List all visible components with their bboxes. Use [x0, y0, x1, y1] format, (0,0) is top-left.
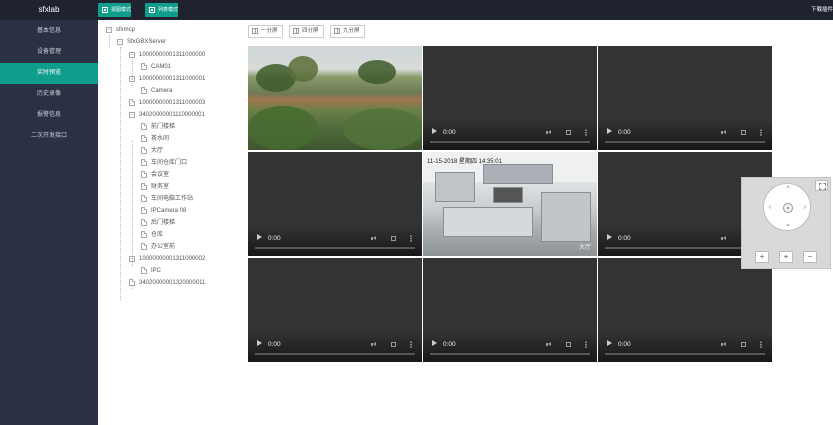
sidebar-item-device-management[interactable]: 设备管理: [0, 42, 98, 63]
video-cell-2[interactable]: 0:00: [423, 46, 597, 150]
progress-bar[interactable]: [255, 247, 415, 249]
zoom-in-button[interactable]: +: [755, 251, 769, 263]
video-grid: 0:00 0:00 0:00 11-15-2018 星期四 14:35:01 大…: [248, 46, 772, 364]
file-icon: [141, 147, 147, 154]
video-cell-4[interactable]: 0:00: [248, 152, 422, 256]
arrow-left-icon[interactable]: ‹: [765, 203, 775, 213]
split-icon: [252, 28, 258, 34]
fullscreen-icon[interactable]: [566, 342, 571, 347]
file-icon: [141, 123, 147, 130]
sidebar-item-history-recording[interactable]: 历史录像: [0, 84, 98, 105]
fullscreen-icon[interactable]: [741, 342, 746, 347]
arrow-up-icon[interactable]: ⌃: [783, 185, 793, 195]
video-cell-8[interactable]: 0:00: [423, 258, 597, 362]
more-icon[interactable]: [585, 129, 587, 136]
volume-icon[interactable]: [721, 130, 726, 135]
top-bar: sfxlab 视图模式 列表模式 下载插件: [0, 0, 833, 20]
volume-icon[interactable]: [371, 342, 376, 347]
file-icon: [141, 183, 147, 190]
file-icon: [129, 279, 135, 286]
focus-icon[interactable]: ⌖: [779, 251, 793, 263]
ptz-control-panel: ⌃ ⌄ ‹ › + ⌖ −: [741, 177, 831, 269]
file-icon: [141, 267, 147, 274]
ptz-direction-dial[interactable]: ⌃ ⌄ ‹ ›: [763, 183, 811, 231]
download-plugin-link[interactable]: 下载插件: [811, 0, 833, 20]
video-cell-5[interactable]: 11-15-2018 星期四 14:35:01 大厅: [423, 152, 597, 256]
progress-bar[interactable]: [605, 353, 765, 355]
more-icon[interactable]: [760, 129, 762, 136]
list-mode-button[interactable]: 列表模式: [145, 3, 179, 17]
more-icon[interactable]: [410, 235, 412, 242]
grid-icon: [102, 7, 108, 13]
collapse-icon[interactable]: −: [129, 112, 135, 118]
video-cell-7[interactable]: 0:00: [248, 258, 422, 362]
sidebar-item-dev-api[interactable]: 二次开发接口: [0, 126, 98, 147]
fullscreen-icon[interactable]: [566, 130, 571, 135]
brand-logo: sfxlab: [38, 5, 60, 14]
play-icon[interactable]: [432, 128, 437, 134]
file-icon: [141, 207, 147, 214]
fullscreen-icon[interactable]: [391, 342, 396, 347]
more-icon[interactable]: [760, 341, 762, 348]
ptz-center-icon[interactable]: [783, 203, 793, 213]
file-icon: [141, 63, 147, 70]
device-tree: − sfxmcp − SfxGBXServer − 10000000001311…: [100, 20, 240, 425]
split-icon: [293, 28, 299, 34]
collapse-icon[interactable]: −: [129, 76, 135, 82]
play-icon[interactable]: [432, 340, 437, 346]
file-icon: [141, 243, 147, 250]
file-icon: [141, 171, 147, 178]
file-icon: [141, 159, 147, 166]
list-icon: [149, 7, 155, 13]
sidebar-item-live-preview[interactable]: 实时预览: [0, 63, 98, 84]
volume-icon[interactable]: [371, 236, 376, 241]
volume-icon[interactable]: [721, 236, 726, 241]
video-cell-1[interactable]: [248, 46, 422, 150]
video-cell-9[interactable]: 0:00: [598, 258, 772, 362]
file-icon: [129, 99, 135, 106]
progress-bar[interactable]: [255, 353, 415, 355]
volume-icon[interactable]: [546, 342, 551, 347]
collapse-icon[interactable]: −: [129, 52, 135, 58]
arrow-down-icon[interactable]: ⌄: [783, 220, 793, 230]
video-cell-3[interactable]: 0:00: [598, 46, 772, 150]
split-icon: [334, 28, 340, 34]
sidebar: 基本信息 设备管理 实时预览 历史录像 报警信息 二次开发接口: [0, 20, 98, 425]
split-9-button[interactable]: 九分屏: [330, 25, 365, 38]
exit-fullscreen-icon[interactable]: [815, 180, 828, 191]
volume-icon[interactable]: [546, 130, 551, 135]
split-4-button[interactable]: 四分屏: [289, 25, 324, 38]
view-mode-button[interactable]: 视图模式: [98, 3, 132, 17]
sidebar-item-alarm-info[interactable]: 报警信息: [0, 105, 98, 126]
file-icon: [141, 135, 147, 142]
file-icon: [141, 219, 147, 226]
file-icon: [141, 87, 147, 94]
file-icon: [141, 195, 147, 202]
play-icon[interactable]: [607, 234, 612, 240]
collapse-icon[interactable]: −: [117, 39, 123, 45]
fullscreen-icon[interactable]: [391, 236, 396, 241]
file-icon: [141, 231, 147, 238]
more-icon[interactable]: [410, 341, 412, 348]
more-icon[interactable]: [585, 341, 587, 348]
sidebar-item-basic-info[interactable]: 基本信息: [0, 21, 98, 42]
split-1-button[interactable]: 一分屏: [248, 25, 283, 38]
arrow-right-icon[interactable]: ›: [800, 203, 810, 213]
play-icon[interactable]: [607, 340, 612, 346]
fullscreen-icon[interactable]: [741, 130, 746, 135]
play-icon[interactable]: [257, 234, 262, 240]
collapse-icon[interactable]: −: [129, 256, 135, 262]
play-icon[interactable]: [607, 128, 612, 134]
play-icon[interactable]: [257, 340, 262, 346]
collapse-icon[interactable]: −: [106, 27, 112, 33]
progress-bar[interactable]: [430, 353, 590, 355]
zoom-out-button[interactable]: −: [803, 251, 817, 263]
progress-bar[interactable]: [605, 141, 765, 143]
volume-icon[interactable]: [721, 342, 726, 347]
progress-bar[interactable]: [430, 141, 590, 143]
